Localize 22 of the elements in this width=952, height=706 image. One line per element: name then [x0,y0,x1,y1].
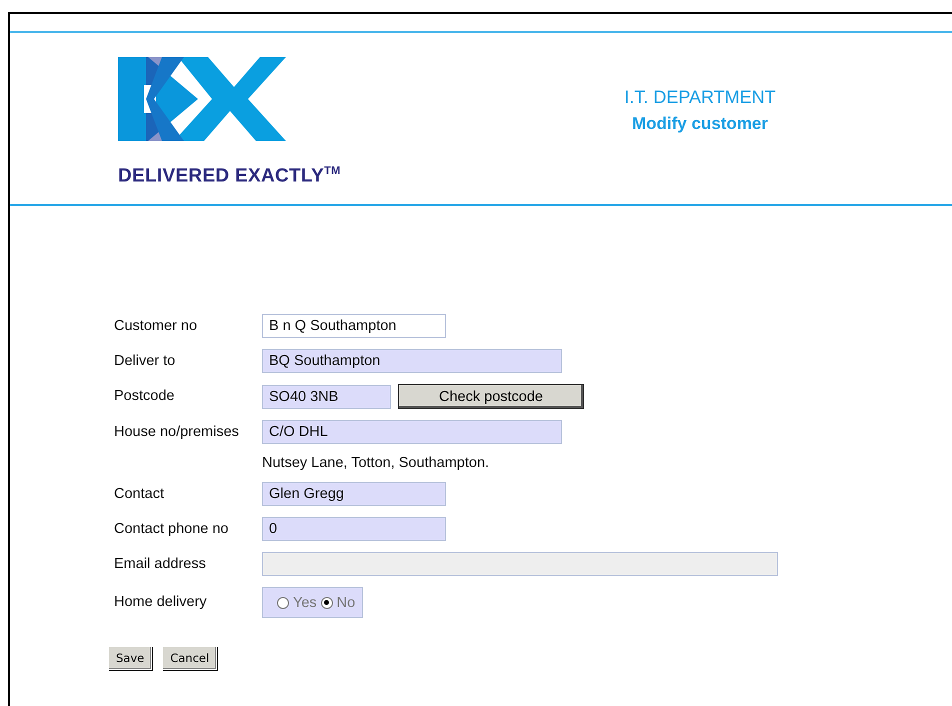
field-label: Customer no [114,316,198,336]
logo-icon [118,57,286,141]
check-postcode-button[interactable]: Check postcode [398,384,584,409]
input-field[interactable]: SO40 3NB [262,384,391,408]
field-label: Email address [114,554,207,574]
cancel-button[interactable]: Cancel [162,646,218,670]
logo-tagline: DELIVERED EXACTLY$^{TM}$ [118,165,342,188]
address-text: Nutsey Lane, Totton, Southampton. [262,455,490,471]
page-title: Modify customer [632,114,768,134]
save-button[interactable]: Save [108,646,152,670]
input-field[interactable]: C/O DHL [262,420,562,444]
input-field[interactable]: Glen Gregg [262,482,446,506]
department-label: I.T. DEPARTMENT [624,87,776,108]
field-label: Contact phone no [114,520,230,538]
field-label: Contact [114,484,165,504]
input-field[interactable]: B n Q Southampton [262,314,446,338]
field-label: Postcode [114,387,176,406]
field-label: House no/premises [114,422,240,442]
input-field[interactable]: BQ Southampton [262,349,562,373]
field-label: Home delivery [114,593,208,612]
input-field[interactable]: 0 [262,517,446,541]
field-label: Deliver to [114,352,176,370]
